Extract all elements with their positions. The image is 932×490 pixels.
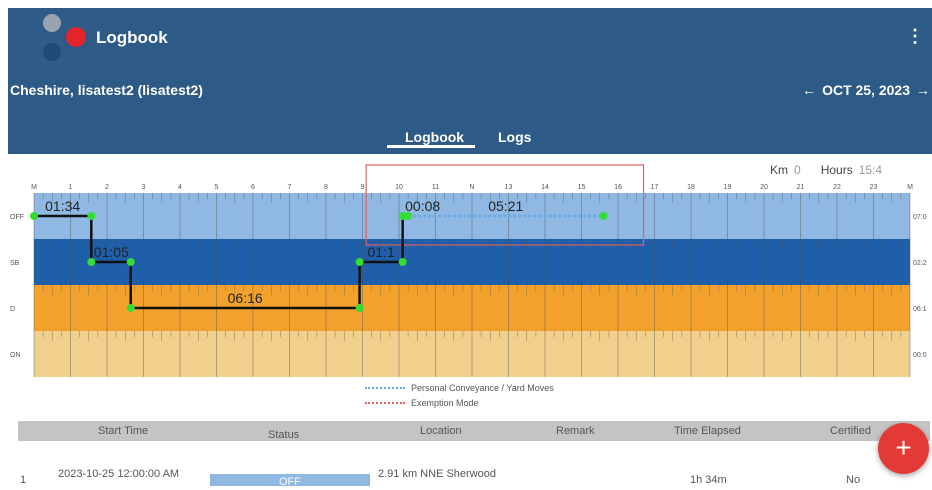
table-row[interactable]: 1 2023-10-25 12:00:00 AM OFF 2.91 km NNE…: [0, 462, 932, 488]
segment-point: [355, 258, 364, 266]
segment-duration-label: 06:16: [228, 290, 263, 306]
row-location: 2.91 km NNE Sherwood: [378, 468, 496, 480]
row-start-time: 2023-10-25 12:00:00 AM: [58, 468, 180, 480]
hour-label: M: [907, 184, 913, 191]
status-row-total: 02:2: [913, 260, 927, 267]
hour-label: 9: [361, 184, 365, 191]
next-day-arrow-icon[interactable]: →: [916, 82, 930, 98]
column-header-time-elapsed[interactable]: Time Elapsed: [674, 425, 741, 437]
legend-item-exemption: Exemption Mode: [365, 395, 554, 410]
hour-label: 21: [797, 184, 805, 191]
hour-label: 19: [724, 184, 732, 191]
segment-point: [398, 258, 407, 266]
status-badge: OFF: [210, 474, 370, 488]
status-row-total: 06:1: [913, 306, 927, 313]
hour-label: 23: [870, 184, 878, 191]
date-navigator: ← OCT 25, 2023 →: [802, 82, 930, 98]
add-log-button[interactable]: +: [878, 423, 929, 474]
status-row-label: OFF: [10, 214, 24, 221]
tab-logbook[interactable]: Logbook: [405, 129, 464, 145]
app-bar: Logbook ⋮ Cheshire, lisatest2 (lisatest2…: [8, 8, 932, 154]
hour-label: 13: [505, 184, 513, 191]
prev-day-arrow-icon[interactable]: ←: [802, 82, 816, 98]
column-header-location[interactable]: Location: [420, 425, 462, 437]
hour-label: 15: [578, 184, 586, 191]
legend-label-exemption: Exemption Mode: [411, 397, 479, 408]
app-title: Logbook: [96, 28, 168, 47]
segment-point: [126, 304, 135, 312]
status-row-label: ON: [10, 352, 21, 359]
hour-label: 16: [614, 184, 622, 191]
legend-label-pc: Personal Conveyance / Yard Moves: [411, 382, 554, 393]
segment-duration-label: 01:34: [45, 198, 80, 214]
row-time-elapsed: 1h 34m: [690, 474, 727, 486]
segment-point: [599, 212, 608, 220]
segment-duration-label: 05:21: [488, 198, 523, 214]
status-row-label: D: [10, 306, 15, 313]
tab-bar: Logbook Logs: [8, 126, 932, 154]
hour-label: 8: [324, 184, 328, 191]
status-row-total: 00:0: [913, 352, 927, 359]
segment-duration-label: 00:08: [405, 198, 440, 214]
hour-label: 11: [432, 184, 439, 191]
legend-swatch-pc: [365, 386, 405, 389]
status-row-total: 07:0: [913, 214, 927, 221]
row-certified: No: [846, 474, 861, 486]
hour-label: 20: [760, 184, 768, 191]
status-row-label: SB: [10, 260, 20, 267]
hour-label: 22: [833, 184, 841, 191]
segment-point: [355, 304, 364, 312]
column-header-start-time[interactable]: Start Time: [98, 425, 148, 437]
hour-label: 3: [142, 184, 146, 191]
segment-point: [87, 212, 96, 220]
hour-label: 5: [215, 184, 219, 191]
table-header: Start Time Status Location Remark Time E…: [18, 421, 930, 441]
driver-name: Cheshire, lisatest2 (lisatest2): [10, 82, 203, 98]
hour-label: 2: [105, 184, 109, 191]
hour-label: 17: [651, 184, 659, 191]
more-vert-icon[interactable]: ⋮: [906, 25, 924, 47]
app-logo: [38, 11, 98, 66]
hour-label: 4: [178, 184, 182, 191]
tab-logs[interactable]: Logs: [498, 129, 531, 145]
hour-label: 7: [288, 184, 292, 191]
segment-duration-label: 01:1: [367, 244, 394, 260]
active-tab-indicator: [387, 145, 475, 148]
hour-label: 1: [69, 184, 73, 191]
duty-status-graph[interactable]: M 1 2 3 4 5 6 7 8 9 10 11 N 13 14 15 16 17 18 19 20 21 22 23 MOF…: [0, 158, 932, 380]
hour-label: 18: [687, 184, 695, 191]
column-header-remark[interactable]: Remark: [556, 425, 595, 437]
hour-label: M: [31, 184, 37, 191]
hour-label: N: [469, 184, 474, 191]
segment-point: [30, 212, 38, 220]
hour-label: 6: [251, 184, 255, 191]
column-header-status[interactable]: Status: [268, 429, 299, 441]
legend-swatch-exemption: [365, 401, 405, 404]
legend-item-pc: Personal Conveyance / Yard Moves: [365, 380, 554, 395]
hour-label: 14: [541, 184, 549, 191]
segment-duration-label: 01:05: [94, 244, 129, 260]
row-index: 1: [20, 474, 27, 486]
current-date[interactable]: OCT 25, 2023: [822, 82, 910, 98]
column-header-certified[interactable]: Certified: [830, 425, 871, 437]
graph-legend: Personal Conveyance / Yard Moves Exempti…: [365, 380, 554, 410]
hour-label: 10: [395, 184, 403, 191]
